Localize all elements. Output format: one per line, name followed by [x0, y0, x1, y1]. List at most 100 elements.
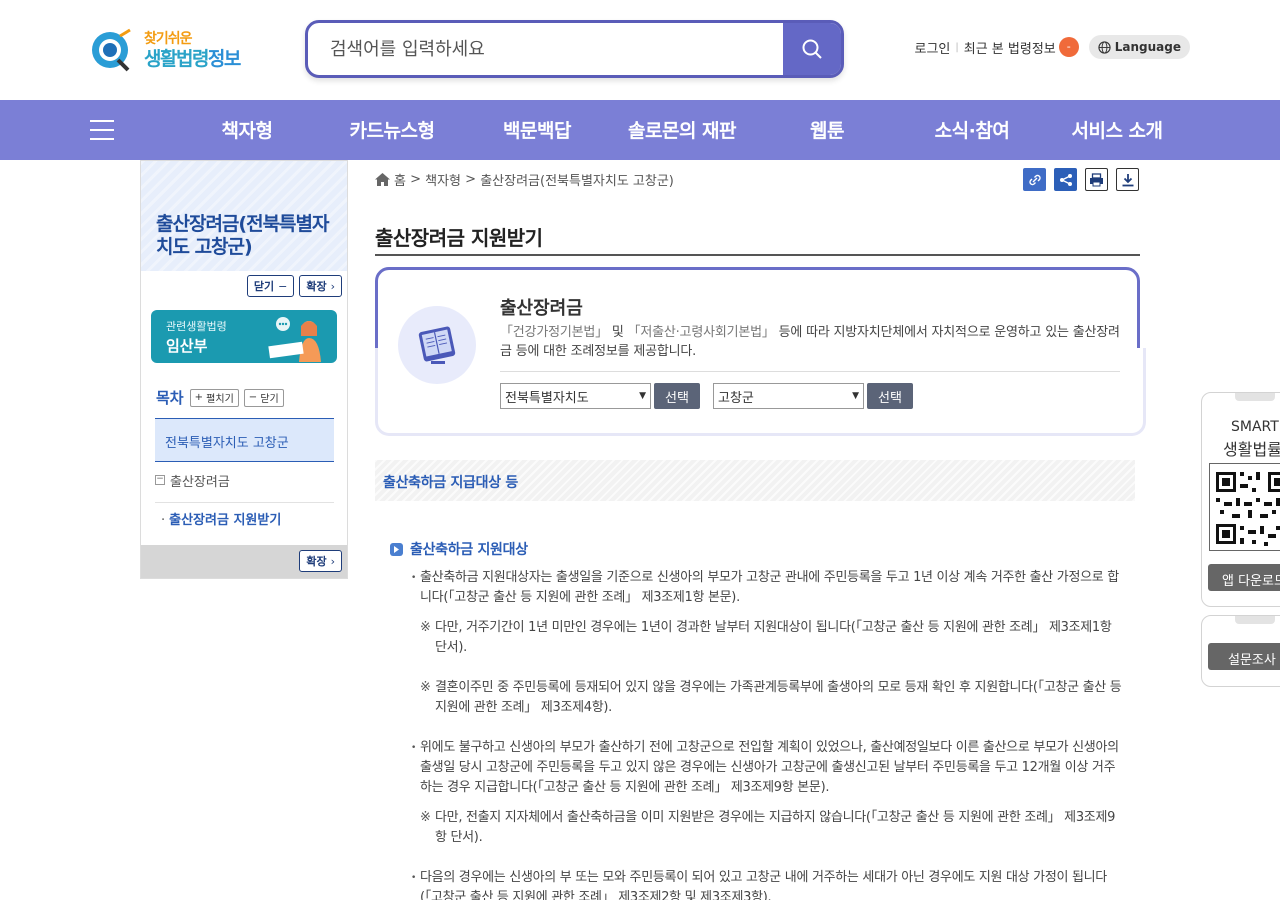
- toc-item-category[interactable]: − 출산장려금: [155, 466, 334, 503]
- book-monitor-icon: [398, 306, 476, 384]
- toc-item-category-label: 출산장려금: [170, 475, 230, 490]
- toc-title: 목차: [156, 389, 184, 407]
- smart-label: SMART: [1231, 419, 1279, 435]
- sidebar-title-banner: 출산장려금(전북특별자치도 고창군): [141, 161, 347, 271]
- nav-item-about[interactable]: 서비스 소개: [1071, 116, 1163, 143]
- province-select[interactable]: 전북특별자치도 ▼: [500, 383, 651, 409]
- related-law-label: 관련생활법령: [166, 320, 227, 333]
- divider: [500, 371, 1120, 372]
- breadcrumb: 홈 > 책자형 > 출산장려금(전북특별자치도 고창군): [375, 170, 674, 189]
- sidebar: 출산장려금(전북특별자치도 고창군) 닫기 − 확장 › 관련생활법령 임산부 목차…: [140, 160, 348, 579]
- survey-button[interactable]: 설문조사: [1208, 643, 1280, 670]
- utility-menu: 로그인 | 최근 본 법령정보 - Language: [914, 35, 1190, 59]
- content-note: 결혼이주민 중 주민등록에 등재되어 있지 않을 경우에는 가족관계등록부에 출…: [420, 678, 1123, 718]
- home-icon[interactable]: [375, 173, 390, 186]
- globe-icon: [1098, 40, 1111, 54]
- info-box: 출산장려금 「건강가정기본법」 및 「저출산·고령사회기본법」 등에 따라 지방…: [375, 267, 1146, 436]
- content-paragraph: 다음의 경우에는 신생아의 부 또는 모와 주민등록이 되어 있고 고창군 내에…: [411, 868, 1123, 900]
- page-tools: [1015, 168, 1139, 191]
- district-select[interactable]: 고창군 ▼: [713, 383, 864, 409]
- search-input[interactable]: [330, 35, 770, 63]
- breadcrumb-home[interactable]: 홈: [394, 170, 406, 189]
- sidebar-footer-expand-button[interactable]: 확장 ›: [299, 550, 342, 572]
- content-note: 다만, 전출지 지자체에서 출산축하금을 이미 지원받은 경우에는 지급하지 않…: [420, 808, 1123, 848]
- sidebar-title: 출산장려금(전북특별자치도 고창군): [156, 213, 329, 258]
- collapse-icon[interactable]: −: [155, 475, 165, 485]
- smart-app-name: 생활법률: [1223, 440, 1280, 459]
- recent-laws-link[interactable]: 최근 본 법령정보: [964, 38, 1056, 57]
- sidebar-expand-button[interactable]: 확장 ›: [299, 275, 342, 297]
- link-copy-button[interactable]: [1023, 168, 1046, 191]
- app-download-button[interactable]: 앱 다운로드: [1208, 564, 1280, 591]
- chevron-down-icon: ▼: [639, 391, 646, 401]
- qr-code-icon: [1209, 463, 1280, 551]
- link-icon: [1028, 174, 1041, 185]
- smart-app-widget: SMART 생활법률 앱 다운로드: [1201, 392, 1280, 607]
- info-title: 출산장려금: [500, 298, 583, 319]
- district-select-button[interactable]: 선택: [867, 383, 913, 409]
- play-bullet-icon: [390, 542, 403, 556]
- content-note: 다만, 거주기간이 1년 미만인 경우에는 1년이 경과한 날부터 지원대상이 …: [420, 618, 1123, 658]
- chevron-right-icon: ›: [330, 554, 335, 568]
- bullet-icon: ·: [161, 513, 166, 528]
- sidebar-footer: 확장 ›: [141, 545, 347, 578]
- toc-header: 목차 + 펼치기 − 닫기: [156, 387, 289, 408]
- main-nav: 책자형 카드뉴스형 백문백답 솔로몬의 재판 웹툰 소식·참여 서비스 소개: [0, 100, 1280, 160]
- language-label: Language: [1114, 40, 1181, 54]
- law-link-2[interactable]: 「저출산·고령사회기본법」: [628, 325, 775, 340]
- widget-tab: [1235, 616, 1275, 624]
- toc-item-current[interactable]: · 출산장려금 지원받기: [161, 509, 281, 528]
- chevron-right-icon: ›: [330, 279, 335, 293]
- recent-count-badge: -: [1058, 37, 1079, 57]
- download-button[interactable]: [1116, 168, 1139, 191]
- section-heading: 출산축하금 지급대상 등: [375, 460, 1135, 501]
- search-icon: [802, 39, 822, 59]
- logo-title: 생활법령정보: [144, 48, 241, 70]
- widget-tab: [1235, 393, 1275, 401]
- survey-widget: 설문조사: [1201, 615, 1280, 687]
- minus-icon: −: [248, 392, 261, 403]
- site-header: 찾기쉬운 생활법령정보 로그인 | 최근 본 법령정보 - Language: [0, 0, 1280, 100]
- info-description: 「건강가정기본법」 및 「저출산·고령사회기본법」 등에 따라 지방자치단체에서…: [500, 325, 1120, 359]
- plus-icon: +: [194, 392, 207, 403]
- menu-icon[interactable]: [90, 120, 114, 140]
- site-logo[interactable]: 찾기쉬운 생활법령정보: [90, 24, 250, 74]
- print-button[interactable]: [1085, 168, 1108, 191]
- toc-expand-all-button[interactable]: + 펼치기: [189, 388, 239, 407]
- nav-item-qna[interactable]: 백문백답: [503, 116, 571, 143]
- page-title: 출산장려금 지원받기: [375, 222, 1140, 256]
- search-box: [305, 20, 844, 78]
- nav-item-booklet[interactable]: 책자형: [222, 116, 273, 143]
- breadcrumb-separator: >: [405, 172, 426, 187]
- logo-mark-icon: [92, 28, 131, 72]
- sidebar-controls: 닫기 − 확장 ›: [242, 275, 342, 297]
- login-link[interactable]: 로그인: [914, 38, 950, 57]
- subsection-heading: 출산축하금 지원대상: [390, 539, 528, 559]
- related-law-value: 임산부: [166, 337, 208, 355]
- language-button[interactable]: Language: [1088, 35, 1190, 59]
- search-button[interactable]: [783, 23, 841, 75]
- nav-item-cardnews[interactable]: 카드뉴스형: [350, 116, 435, 143]
- breadcrumb-separator: >: [461, 172, 481, 187]
- nav-item-solomon[interactable]: 솔로몬의 재판: [628, 116, 737, 143]
- minus-icon: −: [278, 279, 288, 293]
- print-icon: [1090, 172, 1103, 186]
- toc-collapse-all-button[interactable]: − 닫기: [243, 388, 284, 407]
- related-law-banner[interactable]: 관련생활법령 임산부: [151, 310, 337, 363]
- share-icon: [1059, 173, 1072, 186]
- share-button[interactable]: [1054, 168, 1077, 191]
- sidebar-close-button[interactable]: 닫기 −: [246, 275, 295, 297]
- content-paragraph: 출산축하금 지원대상자는 출생일을 기준으로 신생아의 부모가 고창군 관내에 …: [411, 568, 1123, 608]
- province-select-button[interactable]: 선택: [654, 383, 700, 409]
- chevron-down-icon: ▼: [852, 391, 859, 401]
- breadcrumb-level2[interactable]: 출산장려금(전북특별자치도 고창군): [480, 170, 674, 189]
- toc-item-region[interactable]: 전북특별자치도 고창군: [155, 418, 334, 462]
- law-link-1[interactable]: 「건강가정기본법」: [500, 325, 608, 340]
- nav-item-webtoon[interactable]: 웹툰: [810, 116, 844, 143]
- nav-item-news[interactable]: 소식·참여: [935, 116, 1010, 143]
- download-icon: [1122, 173, 1133, 186]
- divider: |: [955, 41, 959, 53]
- person-reading-icon: [268, 317, 321, 362]
- content-paragraph: 위에도 불구하고 신생아의 부모가 출산하기 전에 고창군으로 전입할 계획이 …: [411, 738, 1123, 798]
- breadcrumb-level1[interactable]: 책자형: [425, 170, 461, 189]
